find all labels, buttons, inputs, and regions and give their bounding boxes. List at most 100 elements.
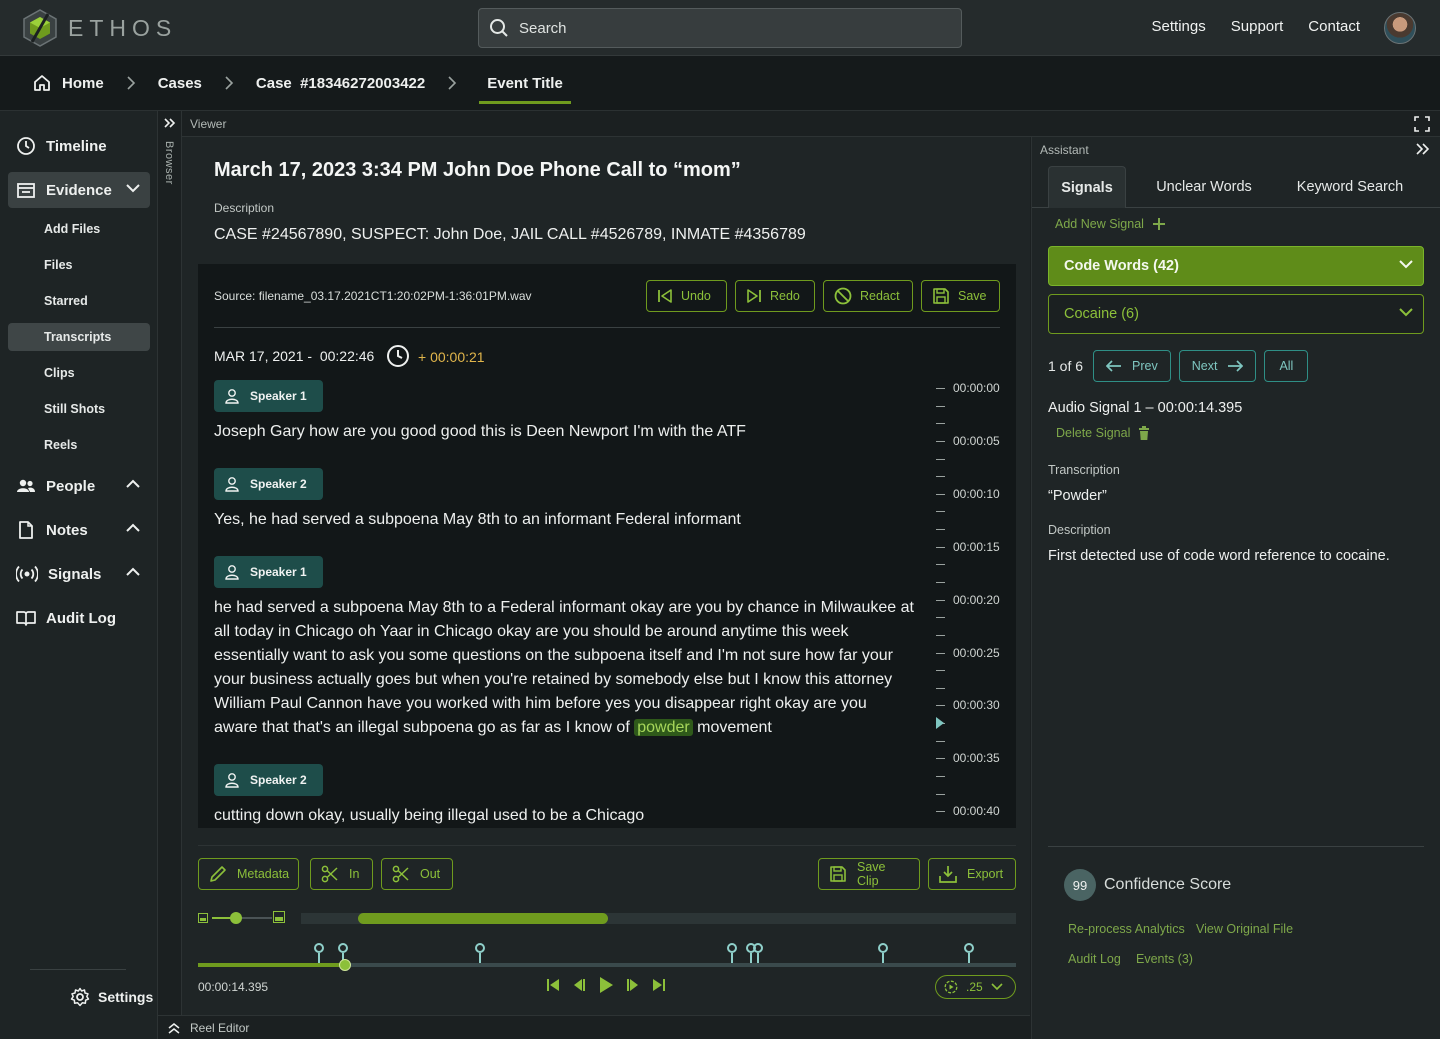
zoom-slider[interactable] (212, 912, 272, 924)
add-signal-button[interactable]: Add New Signal (1055, 217, 1166, 231)
tab-unclear-words[interactable]: Unclear Words (1142, 166, 1266, 208)
export-button[interactable]: Export (928, 858, 1016, 890)
sidebar-item-timeline[interactable]: Timeline (8, 128, 150, 164)
reel-editor-bar[interactable]: Reel Editor (158, 1015, 1030, 1039)
signal-group-label: Cocaine (6) (1064, 306, 1139, 322)
signal-marker-icon[interactable] (753, 943, 764, 963)
signal-marker-icon[interactable] (475, 943, 486, 963)
metadata-button[interactable]: Metadata (198, 858, 299, 890)
clock-icon (16, 136, 36, 156)
playback-speed-select[interactable]: .25 (935, 975, 1016, 999)
ruler-tick (936, 440, 945, 442)
next-button[interactable]: Next (1178, 350, 1257, 382)
signal-marker-icon[interactable] (878, 943, 889, 963)
reprocess-analytics-link[interactable]: Re-process Analytics (1068, 922, 1185, 936)
step-forward-icon[interactable] (626, 978, 640, 992)
sidebar-subitem-clips[interactable]: Clips (8, 359, 150, 387)
signal-group-cocaine[interactable]: Cocaine (6) (1048, 294, 1424, 334)
sidebar-subitem-transcripts[interactable]: Transcripts (8, 323, 150, 351)
redo-button[interactable]: Redo (735, 280, 815, 312)
double-chevron-up-icon[interactable] (168, 1022, 180, 1034)
redact-button[interactable]: Redact (823, 280, 913, 312)
signal-marker-icon[interactable] (314, 943, 325, 963)
zoom-slider-knob[interactable] (230, 912, 242, 924)
document-icon (16, 520, 36, 540)
sidebar-subitem-still-shots[interactable]: Still Shots (8, 395, 150, 423)
sidebar-subitem-add-files[interactable]: Add Files (8, 215, 150, 243)
signal-marker-icon[interactable] (727, 943, 738, 963)
all-button[interactable]: All (1264, 350, 1309, 382)
search-box[interactable] (478, 8, 962, 48)
signal-marker-icon[interactable] (964, 943, 975, 963)
events-link[interactable]: Events (3) (1136, 952, 1193, 966)
speaker-tag[interactable]: Speaker 2 (214, 468, 323, 500)
fullscreen-icon[interactable] (1414, 116, 1430, 132)
sidebar-item-notes[interactable]: Notes (8, 512, 150, 548)
sidebar-item-people[interactable]: People (8, 468, 150, 504)
nav-settings[interactable]: Settings (1152, 18, 1206, 35)
highlighted-keyword[interactable]: powder (634, 719, 693, 736)
playhead-icon[interactable] (936, 717, 944, 729)
speaker-tag[interactable]: Speaker 2 (214, 764, 323, 796)
home-icon (32, 73, 52, 93)
sidebar-item-audit-log[interactable]: Audit Log (8, 600, 150, 636)
in-button[interactable]: In (310, 858, 373, 890)
ruler-minor-tick (936, 529, 945, 531)
out-button[interactable]: Out (381, 858, 453, 890)
sidebar-item-label: Audit Log (46, 609, 116, 627)
view-original-file-link[interactable]: View Original File (1196, 922, 1293, 936)
sidebar-subitem-files[interactable]: Files (8, 251, 150, 279)
speaker-tag[interactable]: Speaker 1 (214, 380, 323, 412)
transcript-time-ruler[interactable]: 00:00:00 00:00:05 00:00:10 00:00:15 00:00:20… (936, 381, 1016, 828)
nav-support[interactable]: Support (1231, 18, 1284, 35)
play-icon[interactable] (598, 976, 614, 994)
sidebar-item-signals[interactable]: Signals (8, 556, 150, 592)
utterance-text[interactable]: he had served a subpoena May 8th to a Fe… (214, 596, 914, 740)
sidebar-subitem-reels[interactable]: Reels (8, 431, 150, 459)
skip-end-icon[interactable] (652, 978, 666, 992)
sidebar-settings-button[interactable]: Settings (70, 987, 153, 1007)
ruler-minor-tick (936, 511, 945, 513)
utterance-text[interactable]: cutting down okay, usually being illegal… (214, 804, 914, 828)
double-chevron-right-icon[interactable] (164, 118, 176, 128)
breadcrumb-event-title[interactable]: Event Title (479, 75, 571, 104)
save-button[interactable]: Save (921, 280, 1000, 312)
ruler-minor-tick (936, 458, 945, 460)
utterance-text[interactable]: Yes, he had served a subpoena May 8th to… (214, 508, 914, 532)
overview-track[interactable] (301, 913, 1016, 924)
overview-window[interactable] (358, 913, 609, 924)
browser-rail[interactable]: Browser (158, 111, 182, 1015)
tab-keyword-search[interactable]: Keyword Search (1282, 166, 1418, 208)
audit-log-link[interactable]: Audit Log (1068, 952, 1121, 966)
breadcrumb-home[interactable]: Home (32, 73, 104, 93)
sidebar-item-label: Timeline (46, 137, 107, 155)
step-back-icon[interactable] (572, 978, 586, 992)
ruler-tick (936, 758, 945, 760)
sidebar-item-evidence[interactable]: Evidence (8, 172, 150, 208)
double-chevron-right-icon[interactable] (1416, 143, 1430, 155)
ruler-tick-label: 00:00:10 (953, 486, 1000, 501)
app-logo[interactable]: ETHOS (22, 8, 177, 48)
playback-scrubber[interactable] (198, 943, 1016, 973)
tab-signals[interactable]: Signals (1048, 166, 1126, 208)
chevron-right-icon (447, 76, 457, 90)
breadcrumb-cases[interactable]: Cases (158, 75, 202, 92)
scrubber-knob[interactable] (339, 959, 352, 971)
signal-group-code-words[interactable]: Code Words (42) (1048, 246, 1424, 286)
search-input[interactable] (519, 19, 939, 37)
utterance-text[interactable]: Joseph Gary how are you good good this i… (214, 420, 914, 444)
skip-start-icon[interactable] (546, 978, 560, 992)
chevron-up-icon (126, 479, 140, 489)
ruler-tick (936, 546, 945, 548)
undo-button[interactable]: Undo (646, 280, 727, 312)
breadcrumb-case[interactable]: Case #18346272003422 (256, 75, 425, 92)
nav-contact[interactable]: Contact (1308, 18, 1360, 35)
speaker-tag[interactable]: Speaker 1 (214, 556, 323, 588)
sidebar-subitem-starred[interactable]: Starred (8, 287, 150, 315)
delete-signal-button[interactable]: Delete Signal (1056, 426, 1150, 440)
utterance-text-before: he had served a subpoena May 8th to a Fe… (214, 599, 914, 736)
user-avatar[interactable] (1384, 12, 1416, 44)
prev-button[interactable]: Prev (1093, 350, 1171, 382)
image-small-icon (198, 913, 208, 923)
save-clip-button[interactable]: Save Clip (818, 858, 920, 890)
